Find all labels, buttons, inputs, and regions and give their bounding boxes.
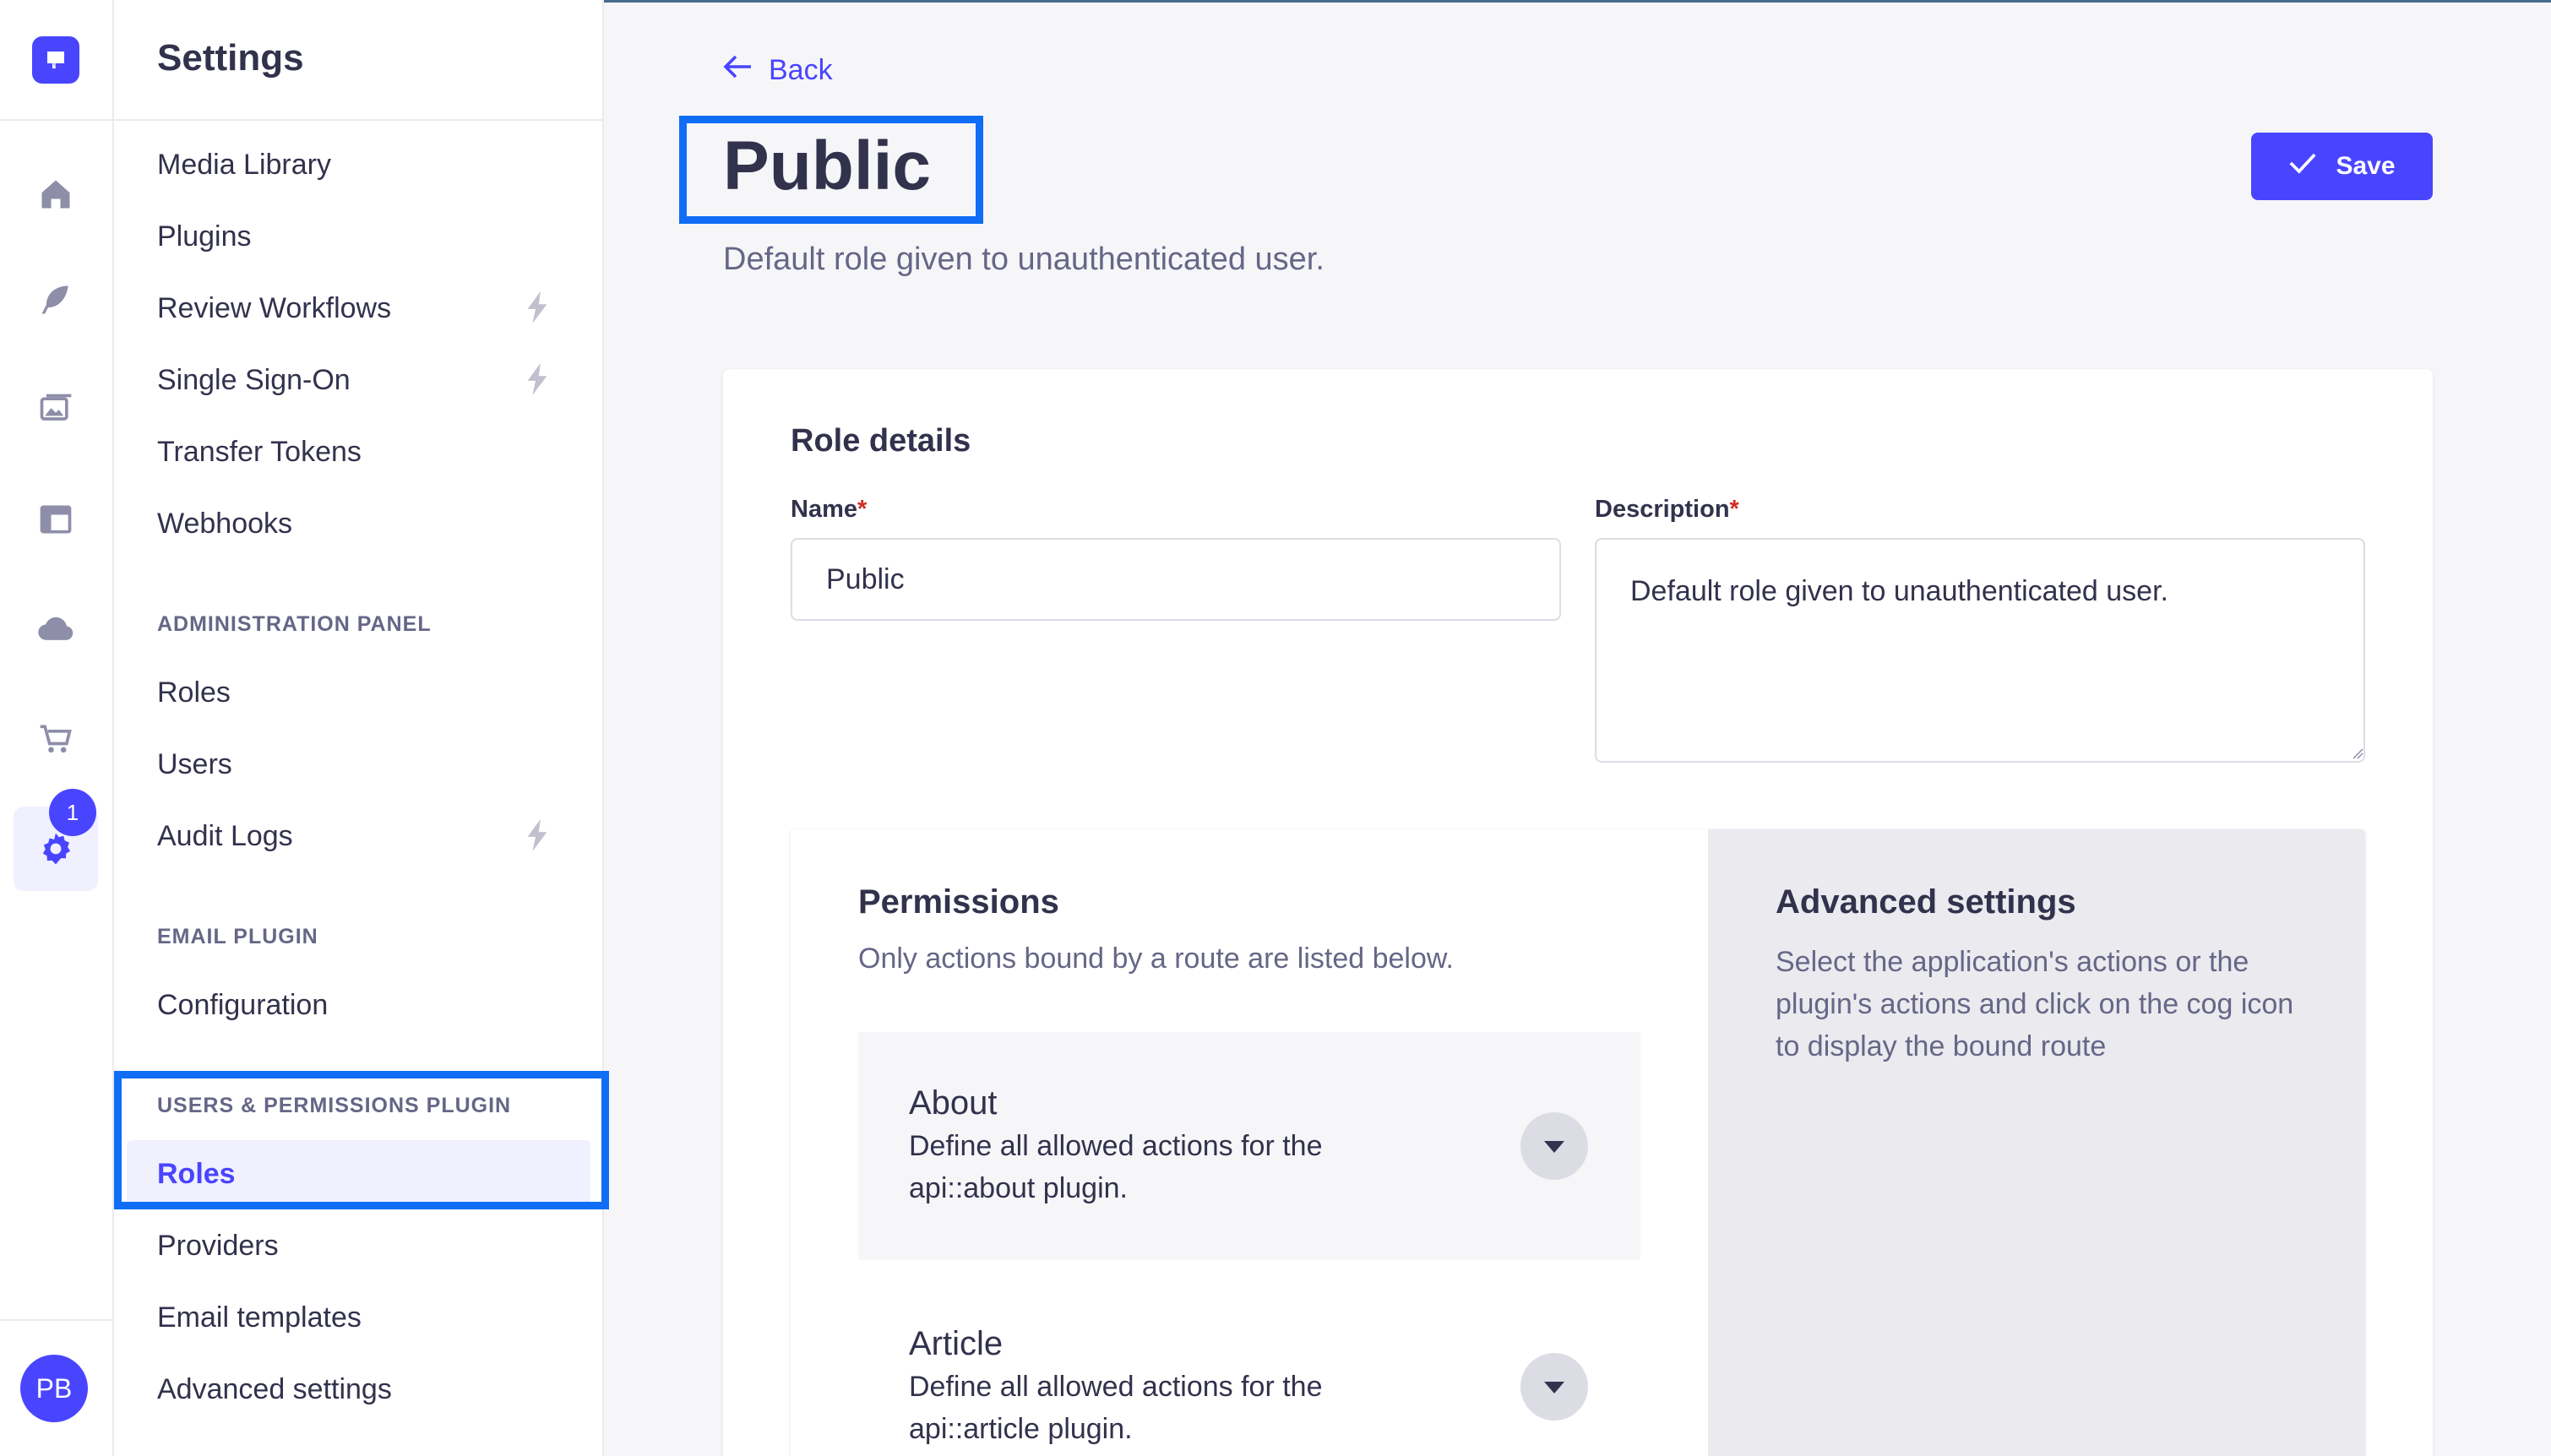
sidebar-item-media-library[interactable]: Media Library [157,148,331,182]
lightning-icon [524,291,551,328]
back-link[interactable]: Back [723,54,833,87]
description-field-label: Description* [1595,496,1739,523]
permissions-panel: Permissions Only actions bound by a rout… [791,829,2365,1456]
accordion-title: About [909,1084,998,1122]
accordion-description: Define all allowed actions for the api::… [909,1371,1323,1445]
role-details-card: Role details Name* Description* Default … [723,369,2433,1456]
sidebar-item-webhooks[interactable]: Webhooks [157,507,292,541]
accordion-title: Article [909,1325,1004,1362]
permissions-title: Permissions [858,883,1059,921]
settings-sidebar: Settings Media Library Plugins Review Wo… [114,0,604,1456]
check-icon [2288,152,2317,181]
lightning-icon [524,819,551,856]
logo-area [0,0,112,121]
cloud-icon[interactable] [14,587,98,671]
rail-divider [0,1319,114,1321]
permissions-section: Permissions Only actions bound by a rout… [791,829,1708,1456]
back-label: Back [769,54,833,86]
strapi-logo-icon[interactable] [32,36,79,84]
section-label-administration-panel: ADMINISTRATION PANEL [157,612,432,636]
resize-handle-icon[interactable] [2352,747,2363,763]
sidebar-item-users[interactable]: Users [157,747,232,781]
sidebar-item-transfer-tokens[interactable]: Transfer Tokens [157,435,362,469]
advanced-settings-title: Advanced settings [1776,883,2076,921]
name-field-label: Name* [791,496,868,523]
settings-sidebar-title: Settings [157,37,304,79]
layout-icon[interactable] [14,477,98,562]
settings-notification-badge: 1 [49,789,96,836]
save-label: Save [2336,152,2396,180]
save-button[interactable]: Save [2251,133,2433,200]
user-avatar[interactable]: PB [20,1355,88,1422]
page-subtitle: Default role given to unauthenticated us… [723,242,1324,277]
main-nav-rail: 1 PB [0,0,114,1456]
highlight-box-users-permissions [114,1071,609,1209]
name-input[interactable] [791,538,1561,621]
cart-icon[interactable] [14,697,98,781]
sidebar-item-single-sign-on[interactable]: Single Sign-On [157,363,351,397]
sidebar-item-audit-logs[interactable]: Audit Logs [157,819,293,853]
lightning-icon [524,363,551,399]
sidebar-item-email-templates[interactable]: Email templates [157,1301,362,1334]
highlight-box-title [679,116,983,224]
chevron-down-icon[interactable] [1520,1353,1588,1421]
arrow-left-icon [723,54,753,87]
media-icon[interactable] [14,367,98,452]
sidebar-item-configuration[interactable]: Configuration [157,988,328,1022]
sidebar-item-plugins[interactable]: Plugins [157,220,252,253]
sidebar-item-providers[interactable]: Providers [157,1229,279,1263]
description-textarea[interactable]: Default role given to unauthenticated us… [1595,538,2365,763]
accordion-description: Define all allowed actions for the api::… [909,1130,1323,1204]
home-icon[interactable] [14,152,98,236]
advanced-settings-section: Advanced settings Select the application… [1708,829,2365,1456]
chevron-down-icon[interactable] [1520,1112,1588,1180]
feather-icon[interactable] [14,258,98,342]
permissions-subtitle: Only actions bound by a route are listed… [858,943,1454,975]
sidebar-item-review-workflows[interactable]: Review Workflows [157,291,391,325]
section-label-email-plugin: EMAIL PLUGIN [157,925,318,948]
role-details-heading: Role details [791,423,971,459]
sidebar-item-advanced-settings[interactable]: Advanced settings [157,1372,392,1406]
advanced-settings-text: Select the application's actions or the … [1776,946,2294,1062]
accordion-article[interactable]: Article Define all allowed actions for t… [858,1273,1640,1456]
sidebar-item-admin-roles[interactable]: Roles [157,676,231,709]
accordion-about[interactable]: About Define all allowed actions for the… [858,1032,1640,1260]
